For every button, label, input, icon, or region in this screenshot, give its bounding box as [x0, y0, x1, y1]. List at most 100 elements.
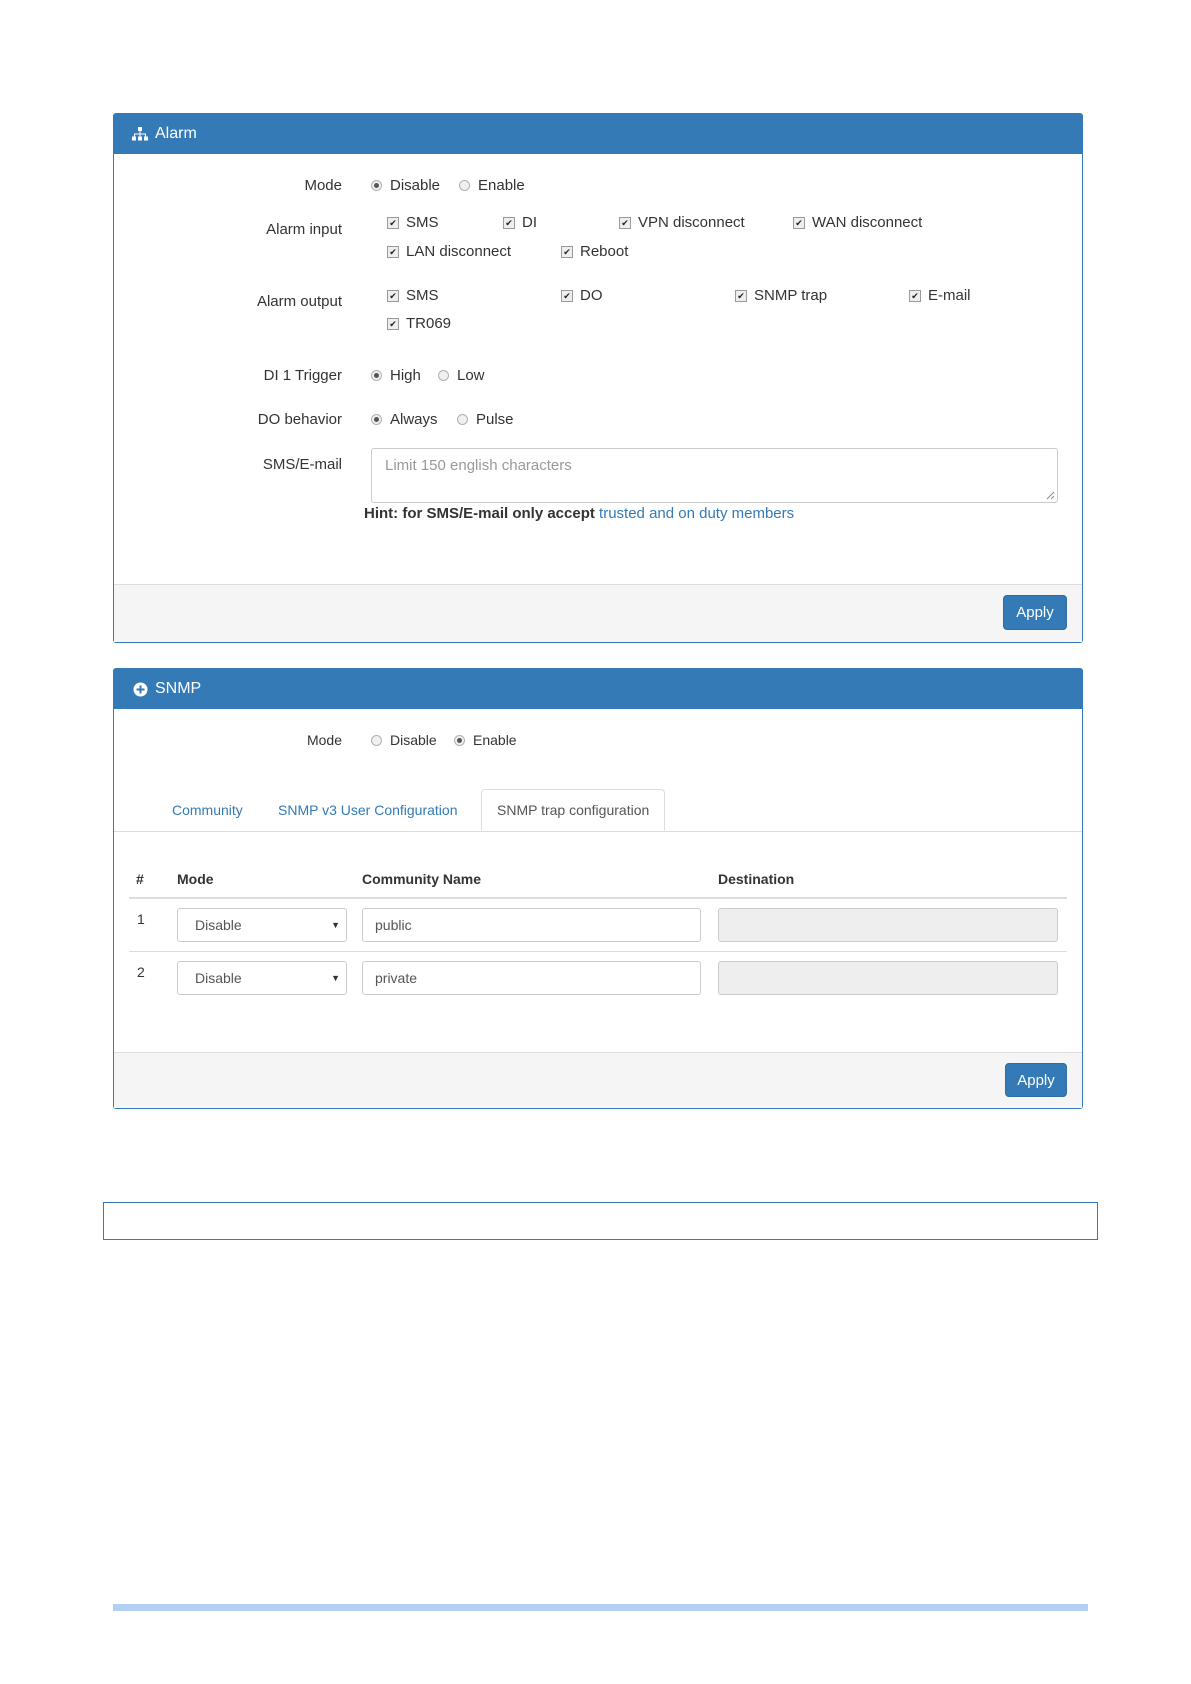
alarm-output-do-checkbox[interactable]: ✔ — [561, 289, 573, 302]
alarm-output-tr069[interactable]: ✔ TR069 — [387, 315, 451, 332]
plus-circle-icon — [131, 680, 149, 698]
snmp-mode-disable-option[interactable]: Disable — [371, 732, 437, 748]
di-trigger-high-label: High — [390, 367, 421, 384]
mode-select-value: Disable — [195, 970, 242, 986]
tab-snmp-v3-user-configuration[interactable]: SNMP v3 User Configuration — [263, 789, 472, 831]
sms-email-hint: Hint: for SMS/E-mail only accept trusted… — [364, 505, 794, 522]
snmp-mode-disable-radio[interactable] — [371, 734, 382, 746]
snmp-mode-enable-radio[interactable] — [454, 734, 465, 746]
alarm-input-wan-checkbox[interactable]: ✔ — [793, 216, 805, 229]
alarm-output-do-label: DO — [580, 287, 603, 304]
alarm-input-reboot-checkbox[interactable]: ✔ — [561, 245, 573, 258]
sitemap-icon — [131, 125, 149, 143]
alarm-input-di-checkbox[interactable]: ✔ — [503, 216, 515, 229]
tab-community[interactable]: Community — [157, 789, 258, 831]
snmp-mode-enable-option[interactable]: Enable — [454, 732, 517, 748]
alarm-output-row: Alarm output ✔ SMS ✔ DO ✔ SNMP trap ✔ E-… — [114, 287, 1082, 347]
sms-email-row: SMS/E-mail Limit 150 english characters — [114, 448, 1082, 508]
do-behavior-row: DO behavior Always Pulse — [114, 411, 1082, 431]
di-trigger-high-option[interactable]: High — [371, 367, 421, 384]
di-trigger-high-radio[interactable] — [371, 370, 382, 381]
mode-select-value: Disable — [195, 917, 242, 933]
alarm-panel-heading: Alarm — [114, 114, 1082, 154]
alarm-input-lan[interactable]: ✔ LAN disconnect — [387, 243, 511, 260]
alarm-input-di[interactable]: ✔ DI — [503, 214, 537, 231]
alarm-mode-disable-radio[interactable] — [371, 180, 382, 191]
alarm-output-tr069-checkbox[interactable]: ✔ — [387, 317, 399, 330]
col-header-mode: Mode — [177, 871, 214, 887]
destination-input — [718, 908, 1058, 942]
community-name-value: private — [375, 970, 418, 986]
col-header-destination: Destination — [718, 871, 795, 887]
alarm-output-sms-label: SMS — [406, 287, 439, 304]
mode-select[interactable]: Disable ▼ — [177, 908, 347, 942]
alarm-mode-enable-radio[interactable] — [459, 180, 470, 191]
hint-link[interactable]: trusted and on duty members — [599, 505, 794, 522]
alarm-input-sms[interactable]: ✔ SMS — [387, 214, 439, 231]
alarm-input-vpn[interactable]: ✔ VPN disconnect — [619, 214, 745, 231]
alarm-input-reboot[interactable]: ✔ Reboot — [561, 243, 628, 260]
snmp-mode-enable-label: Enable — [473, 732, 517, 748]
alarm-mode-enable-label: Enable — [478, 177, 525, 194]
alarm-panel: Alarm Mode Disable Enable Alarm input ✔ … — [113, 113, 1083, 643]
alarm-input-lan-checkbox[interactable]: ✔ — [387, 245, 399, 258]
community-name-input[interactable]: private — [362, 961, 701, 995]
alarm-output-snmp-trap-label: SNMP trap — [754, 287, 828, 304]
alarm-output-snmp-trap[interactable]: ✔ SNMP trap — [735, 287, 827, 304]
alarm-output-email[interactable]: ✔ E-mail — [909, 287, 971, 304]
community-name-input[interactable]: public — [362, 908, 701, 942]
sms-email-textarea[interactable]: Limit 150 english characters — [371, 448, 1058, 503]
alarm-output-email-checkbox[interactable]: ✔ — [909, 289, 921, 302]
do-behavior-always-option[interactable]: Always — [371, 411, 438, 428]
snmp-tabs: Community SNMP v3 User Configuration SNM… — [114, 789, 1082, 832]
sms-email-placeholder: Limit 150 english characters — [385, 457, 572, 474]
page-bottom-bar — [113, 1604, 1088, 1611]
do-behavior-label: DO behavior — [257, 411, 342, 428]
di-trigger-low-radio[interactable] — [438, 370, 449, 381]
table-row: 2 Disable ▼ private — [129, 952, 1067, 1004]
alarm-input-sms-checkbox[interactable]: ✔ — [387, 216, 399, 229]
tab-snmp-trap-configuration[interactable]: SNMP trap configuration — [481, 789, 666, 831]
di-trigger-low-option[interactable]: Low — [438, 367, 485, 384]
alarm-mode-label: Mode — [304, 177, 342, 194]
di-trigger-low-label: Low — [457, 367, 485, 384]
alarm-input-wan[interactable]: ✔ WAN disconnect — [793, 214, 922, 231]
snmp-apply-button[interactable]: Apply — [1005, 1063, 1067, 1097]
di-trigger-label: DI 1 Trigger — [263, 367, 342, 384]
alarm-apply-button[interactable]: Apply — [1003, 595, 1067, 630]
alarm-output-tr069-label: TR069 — [406, 315, 452, 332]
sms-email-label: SMS/E-mail — [262, 456, 342, 473]
alarm-input-label: Alarm input — [266, 221, 342, 238]
community-name-value: public — [375, 917, 412, 933]
row-num: 1 — [137, 911, 145, 927]
mode-select[interactable]: Disable ▼ — [177, 961, 347, 995]
snmp-mode-disable-label: Disable — [390, 732, 437, 748]
alarm-output-sms[interactable]: ✔ SMS — [387, 287, 439, 304]
caret-down-icon: ▼ — [331, 920, 340, 930]
do-behavior-always-radio[interactable] — [371, 414, 382, 425]
alarm-title: Alarm — [155, 125, 197, 142]
alarm-input-di-label: DI — [522, 214, 537, 231]
alarm-panel-footer: Apply — [114, 584, 1082, 642]
do-behavior-pulse-option[interactable]: Pulse — [457, 411, 514, 428]
alarm-input-wan-label: WAN disconnect — [812, 214, 923, 231]
alarm-input-lan-label: LAN disconnect — [406, 243, 512, 260]
resize-grip-icon[interactable] — [1046, 491, 1055, 500]
col-header-num: # — [136, 871, 144, 887]
alarm-input-vpn-label: VPN disconnect — [638, 214, 745, 231]
snmp-mode-row: Mode Disable Enable — [114, 732, 1082, 752]
alarm-output-do[interactable]: ✔ DO — [561, 287, 603, 304]
destination-input — [718, 961, 1058, 995]
alarm-mode-row: Mode Disable Enable — [114, 177, 1082, 197]
col-header-community-name: Community Name — [362, 871, 482, 887]
alarm-mode-disable-option[interactable]: Disable — [371, 177, 440, 194]
hint-prefix: Hint: for SMS/E-mail only accept — [364, 505, 595, 522]
alarm-output-email-label: E-mail — [928, 287, 971, 304]
alarm-output-sms-checkbox[interactable]: ✔ — [387, 289, 399, 302]
alarm-input-sms-label: SMS — [406, 214, 439, 231]
alarm-mode-enable-option[interactable]: Enable — [459, 177, 525, 194]
alarm-input-vpn-checkbox[interactable]: ✔ — [619, 216, 631, 229]
alarm-output-snmp-trap-checkbox[interactable]: ✔ — [735, 289, 747, 302]
do-behavior-pulse-radio[interactable] — [457, 414, 468, 425]
snmp-panel: SNMP Mode Disable Enable Community SNMP … — [113, 668, 1083, 1109]
